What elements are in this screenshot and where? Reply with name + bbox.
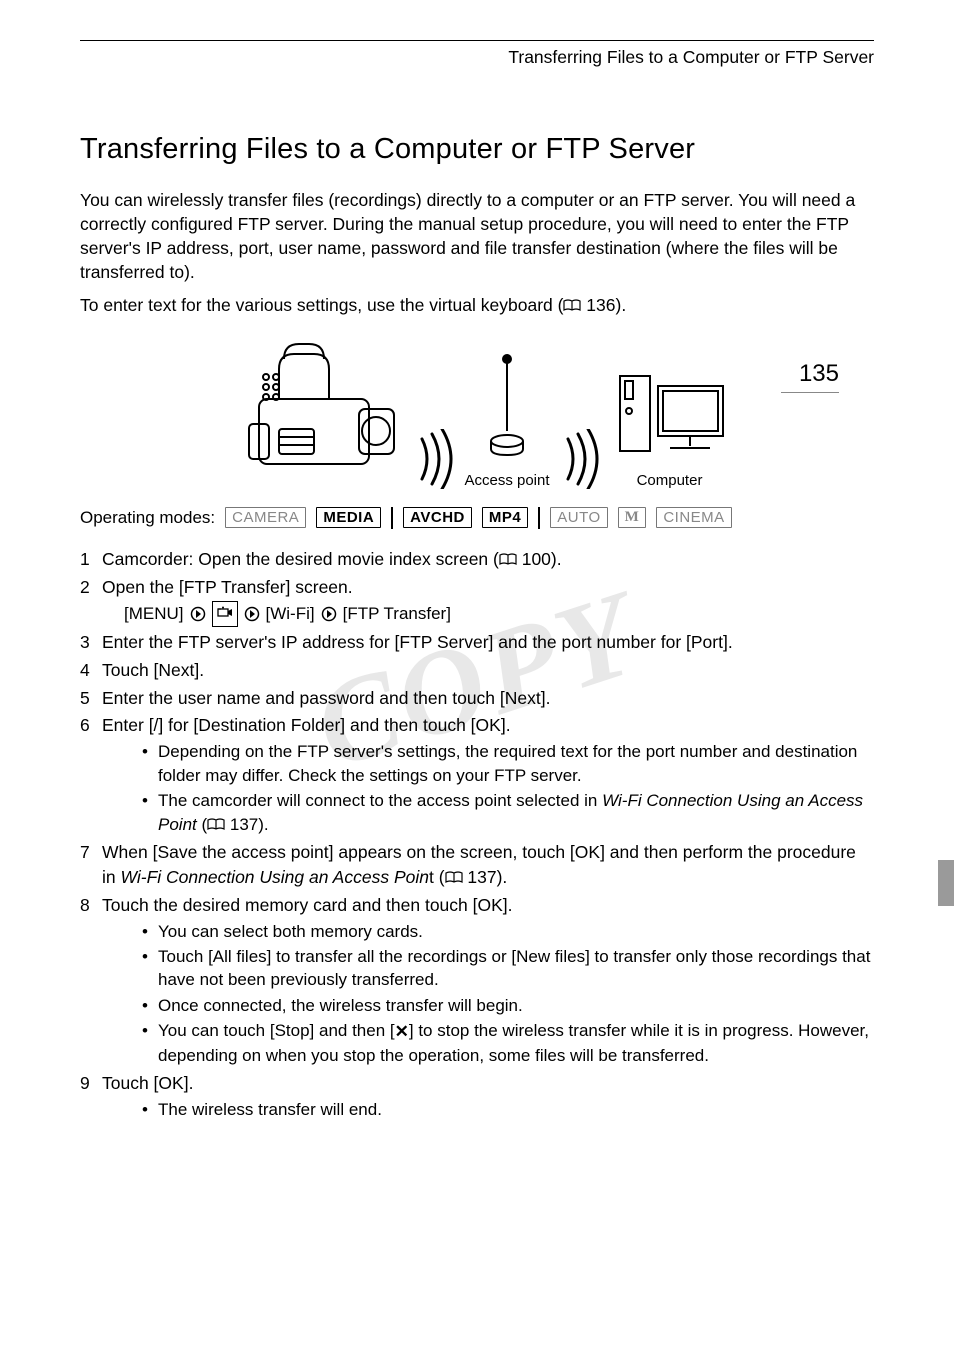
step-7: When [Save the access point] appears on … xyxy=(80,840,874,890)
book-icon xyxy=(445,871,463,884)
arrow-icon xyxy=(244,606,260,622)
arrow-icon xyxy=(190,606,206,622)
computer-label: Computer xyxy=(637,472,703,489)
step-6-bullet-2: The camcorder will connect to the access… xyxy=(142,789,874,836)
book-icon xyxy=(563,299,581,312)
step-2: Open the [FTP Transfer] screen. [MENU] [… xyxy=(80,575,874,627)
book-icon xyxy=(499,553,517,566)
computer-illustration: Computer xyxy=(610,366,730,489)
diagram: Access point xyxy=(80,329,874,489)
wireless-waves-icon xyxy=(560,429,600,489)
mode-auto: AUTO xyxy=(550,507,607,528)
step-8-bullet-2: Touch [All files] to transfer all the re… xyxy=(142,945,874,992)
page-title: Transferring Files to a Computer or FTP … xyxy=(80,133,874,166)
intro-paragraph-1: You can wirelessly transfer files (recor… xyxy=(80,188,874,285)
operating-modes-label: Operating modes: xyxy=(80,508,215,528)
divider xyxy=(391,507,393,529)
book-icon xyxy=(207,818,225,831)
wireless-waves-icon xyxy=(414,429,454,489)
running-head: Transferring Files to a Computer or FTP … xyxy=(80,47,874,68)
mode-mp4: MP4 xyxy=(482,507,528,528)
top-rule xyxy=(80,40,874,41)
mode-avchd: AVCHD xyxy=(403,507,472,528)
mode-media: MEDIA xyxy=(316,507,381,528)
step-3: Enter the FTP server's IP address for [F… xyxy=(80,630,874,655)
step-8-bullet-3: Once connected, the wireless transfer wi… xyxy=(142,994,874,1017)
step-1: Camcorder: Open the desired movie index … xyxy=(80,547,874,572)
divider xyxy=(538,507,540,529)
step-6-bullet-1: Depending on the FTP server's settings, … xyxy=(142,740,874,787)
camcorder-illustration xyxy=(224,329,404,489)
step-9-bullet-1: The wireless transfer will end. xyxy=(142,1098,874,1121)
step-8-bullet-4: You can touch [Stop] and then [✕] to sto… xyxy=(142,1019,874,1067)
access-point-illustration: Access point xyxy=(464,351,549,489)
system-settings-icon xyxy=(212,601,238,626)
step-6: Enter [/] for [Destination Folder] and t… xyxy=(80,713,874,836)
mode-m: M xyxy=(618,507,647,528)
step-4: Touch [Next]. xyxy=(80,658,874,683)
operating-modes-row: Operating modes: CAMERA MEDIA AVCHD MP4 … xyxy=(80,507,874,529)
step-5: Enter the user name and password and the… xyxy=(80,686,874,711)
arrow-icon xyxy=(321,606,337,622)
step-2-path: [MENU] [Wi-Fi] [FTP Transfer] xyxy=(124,601,874,626)
step-8: Touch the desired memory card and then t… xyxy=(80,893,874,1068)
mode-camera: CAMERA xyxy=(225,507,306,528)
x-icon: ✕ xyxy=(395,1020,409,1043)
side-tab xyxy=(938,860,954,906)
intro-paragraph-2: To enter text for the various settings, … xyxy=(80,293,874,317)
steps-list: Camcorder: Open the desired movie index … xyxy=(80,547,874,1122)
access-point-label: Access point xyxy=(464,472,549,489)
mode-cinema: CINEMA xyxy=(656,507,731,528)
step-8-bullet-1: You can select both memory cards. xyxy=(142,920,874,943)
page-number: 135 xyxy=(781,360,839,393)
step-9: Touch [OK]. The wireless transfer will e… xyxy=(80,1071,874,1121)
